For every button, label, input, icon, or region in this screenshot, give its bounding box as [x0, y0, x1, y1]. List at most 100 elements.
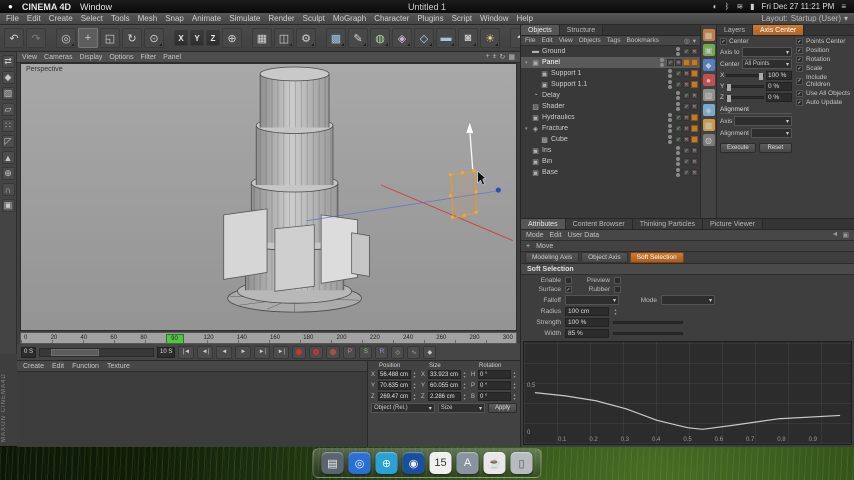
docked-palette-icon[interactable]: ◆: [703, 59, 715, 71]
object-row[interactable]: ◔Delay: [521, 90, 700, 101]
visibility-dots[interactable]: [676, 91, 680, 100]
material-menu-item[interactable]: Create: [23, 363, 44, 370]
points-mode-icon[interactable]: ∷: [2, 119, 15, 132]
menu-item[interactable]: Window: [480, 14, 508, 23]
finder-icon[interactable]: ▤: [322, 452, 344, 474]
viewport-menu-item[interactable]: Cameras: [44, 54, 72, 61]
add-deformer-icon[interactable]: ◇: [414, 28, 434, 48]
docked-palette-icon[interactable]: ◍: [703, 134, 715, 146]
orange-tag-icon[interactable]: [691, 59, 698, 66]
attribute-menu-item[interactable]: Mode: [526, 232, 544, 239]
render-picture-viewer-icon[interactable]: ◫: [274, 28, 294, 48]
brightness-icon[interactable]: ◐: [713, 2, 718, 11]
bluetooth-icon[interactable]: ᛒ: [725, 2, 730, 11]
cross-tag-icon[interactable]: [691, 147, 698, 154]
option-checkbox[interactable]: [796, 65, 803, 72]
add-light-icon[interactable]: ☀: [480, 28, 500, 48]
add-subdivision-icon[interactable]: ◍: [370, 28, 390, 48]
visibility-dots[interactable]: [676, 168, 680, 177]
cross-tag-icon[interactable]: [675, 59, 682, 66]
y-slider[interactable]: [726, 85, 764, 88]
menu-item[interactable]: Render: [268, 14, 294, 23]
width-slider[interactable]: [613, 332, 683, 335]
object-row[interactable]: ▬Ground: [521, 46, 700, 57]
check-tag-icon[interactable]: [667, 59, 674, 66]
z-slider[interactable]: [726, 96, 764, 99]
cross-tag-icon[interactable]: [691, 92, 698, 99]
docked-palette-icon[interactable]: ▨: [703, 89, 715, 101]
scale-tool-icon[interactable]: ◱: [100, 28, 120, 48]
object-menu-item[interactable]: View: [559, 37, 573, 44]
goto-start-button[interactable]: |◄: [178, 346, 194, 359]
selected-object-outline[interactable]: [449, 169, 478, 219]
model-mode-icon[interactable]: ◆: [2, 71, 15, 84]
visibility-dots[interactable]: [676, 146, 680, 155]
record-keyframe-button[interactable]: [292, 346, 306, 359]
add-generator-icon[interactable]: ◈: [392, 28, 412, 48]
check-tag-icon[interactable]: [675, 70, 682, 77]
viewport-menu-item[interactable]: Display: [79, 54, 102, 61]
current-frame-marker[interactable]: 90: [166, 334, 184, 344]
menu-item[interactable]: Snap: [165, 14, 184, 23]
undo-icon[interactable]: ↶: [4, 28, 24, 48]
object-label[interactable]: Support 1: [551, 70, 668, 77]
preview-checkbox[interactable]: [614, 277, 621, 284]
reset-button[interactable]: Reset: [759, 143, 792, 153]
visibility-dots[interactable]: [668, 124, 672, 133]
falloff-dropdown[interactable]: ▾: [565, 295, 619, 305]
object-label[interactable]: Bin: [542, 158, 676, 165]
menu-item[interactable]: Tools: [111, 14, 130, 23]
tab-content-browser[interactable]: Content Browser: [566, 219, 633, 229]
record-options-button[interactable]: [326, 346, 340, 359]
object-row[interactable]: ▾▣Panel: [521, 57, 700, 68]
object-menu-item[interactable]: Tags: [607, 37, 621, 44]
cross-tag-icon[interactable]: [683, 136, 690, 143]
redo-icon[interactable]: ↷: [26, 28, 46, 48]
check-tag-icon[interactable]: [683, 103, 690, 110]
menu-item[interactable]: File: [6, 14, 19, 23]
check-tag-icon[interactable]: [675, 114, 682, 121]
scrollbar-thumb[interactable]: [51, 349, 98, 356]
position-y-field[interactable]: 70.635 cm: [378, 381, 411, 390]
tab-object-axis[interactable]: Object Axis: [581, 252, 628, 263]
view-rotate-icon[interactable]: ↻: [500, 53, 506, 61]
check-tag-icon[interactable]: [683, 169, 690, 176]
falloff-curve-graph[interactable]: 0.5 0 0.1 0.2 0.3 0.4 0.5 0.6 0.7 0.8: [523, 341, 852, 445]
rotate-tool-icon[interactable]: ↻: [122, 28, 142, 48]
menu-item[interactable]: Select: [81, 14, 103, 23]
visibility-dots[interactable]: [668, 80, 672, 89]
layout-selector[interactable]: Startup (User): [791, 14, 841, 23]
y-axis-handle[interactable]: [466, 122, 474, 170]
prev-frame-button[interactable]: ◄: [216, 346, 232, 359]
keyframe-selection-icon[interactable]: ◆: [423, 346, 436, 359]
cross-tag-icon[interactable]: [691, 158, 698, 165]
visibility-dots[interactable]: [668, 113, 672, 122]
apple-menu-icon[interactable]: ●: [8, 2, 13, 11]
stepper-icon[interactable]: ▴▾: [462, 382, 467, 390]
orange-tag-icon[interactable]: [691, 81, 698, 88]
object-row[interactable]: ▣Support 1: [521, 68, 700, 79]
object-row[interactable]: ▾◈Fracture: [521, 123, 700, 134]
live-selection-icon[interactable]: ◎: [56, 28, 76, 48]
rotation-key-icon[interactable]: R: [375, 346, 388, 359]
visibility-dots[interactable]: [668, 69, 672, 78]
option-checkbox[interactable]: [796, 78, 803, 85]
viewport-menu-item[interactable]: View: [22, 54, 37, 61]
render-settings-icon[interactable]: ⚙: [296, 28, 316, 48]
stepper-icon[interactable]: ▴▾: [512, 382, 517, 390]
menu-item[interactable]: Simulate: [229, 14, 260, 23]
rotation-h-field[interactable]: 0 °: [478, 370, 511, 379]
browser-icon[interactable]: ◎: [349, 452, 371, 474]
stepper-icon[interactable]: ▴▾: [462, 393, 467, 401]
object-menu-item[interactable]: Bookmarks: [626, 37, 659, 44]
workplane-lock-icon[interactable]: ▣: [2, 199, 15, 212]
object-label[interactable]: Fracture: [542, 125, 668, 132]
tab-attributes[interactable]: Attributes: [521, 219, 566, 229]
orange-tag-icon[interactable]: [691, 114, 698, 121]
menu-item[interactable]: Mesh: [138, 14, 158, 23]
autokey-button[interactable]: [309, 346, 323, 359]
alignment-dropdown[interactable]: ▾: [751, 128, 792, 138]
mug-icon[interactable]: ☕: [484, 452, 506, 474]
trash-icon[interactable]: ▯: [511, 452, 533, 474]
tab-modeling-axis[interactable]: Modeling Axis: [525, 252, 579, 263]
